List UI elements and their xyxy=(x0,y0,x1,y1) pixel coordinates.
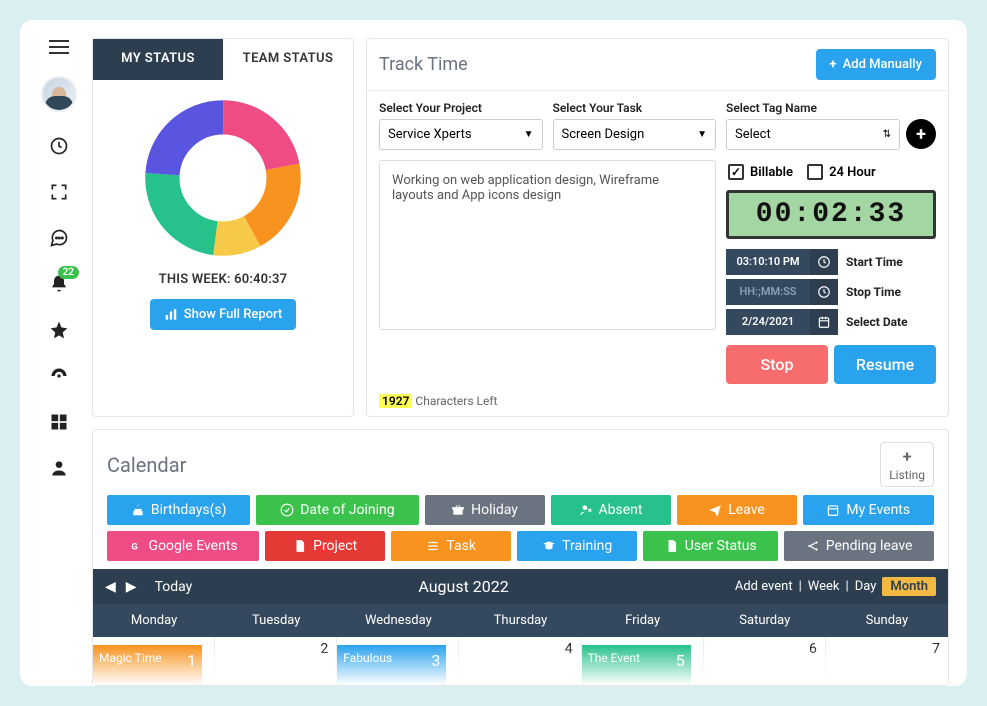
category-google-events[interactable]: GGoogle Events xyxy=(107,531,259,561)
calendar-cell[interactable]: 7 xyxy=(826,637,948,685)
apps-icon[interactable] xyxy=(47,410,71,434)
show-report-button[interactable]: Show Full Report xyxy=(150,299,297,330)
calendar-cell[interactable]: 6 xyxy=(704,637,826,685)
start-time-value[interactable]: 03:10:10 PM xyxy=(726,249,810,275)
project-select[interactable]: Service Xperts▼ xyxy=(379,119,543,150)
calendar-icon xyxy=(810,309,838,335)
start-time-label: Start Time xyxy=(838,249,936,275)
category-my-events[interactable]: My Events xyxy=(803,495,934,525)
view-day[interactable]: Day xyxy=(855,579,877,594)
calendar-card: Calendar + Listing Birthdays(s)Date of J… xyxy=(92,429,949,686)
plane-icon xyxy=(708,503,722,517)
add-manually-button[interactable]: + Add Manually xyxy=(816,49,936,80)
list-icon xyxy=(426,539,440,553)
date-label: Select Date xyxy=(838,309,936,335)
calendar-title: Calendar xyxy=(107,453,186,477)
bell-icon[interactable]: 22 xyxy=(47,272,71,296)
category-birthdays-s-[interactable]: Birthdays(s) xyxy=(107,495,250,525)
description-textarea[interactable]: Working on web application design, Wiref… xyxy=(379,160,716,330)
resume-button[interactable]: Resume xyxy=(834,345,936,384)
notification-badge: 22 xyxy=(58,266,79,279)
next-month-button[interactable]: ▶ xyxy=(126,579,137,595)
task-label: Select Your Task xyxy=(553,101,717,115)
calendar-event[interactable]: Magic Time1 xyxy=(93,645,202,685)
clock-icon xyxy=(810,279,838,305)
clock-icon xyxy=(810,249,838,275)
userx-icon xyxy=(579,503,593,517)
stop-time-label: Stop Time xyxy=(838,279,936,305)
sidebar: 22 xyxy=(38,38,80,686)
track-time-title: Track Time xyxy=(379,54,468,75)
user-icon[interactable] xyxy=(47,456,71,480)
calendar-event[interactable]: Fabulous3 xyxy=(337,645,446,685)
date-value[interactable]: 2/24/2021 xyxy=(726,309,810,335)
status-donut-chart xyxy=(143,98,303,258)
fullscreen-icon[interactable] xyxy=(47,180,71,204)
file-icon xyxy=(293,539,307,553)
status-card: MY STATUS TEAM STATUS THIS WEEK: 60:40 xyxy=(92,38,354,417)
this-week-label: THIS WEEK: 60:40:37 xyxy=(159,272,288,287)
category-pending-leave[interactable]: Pending leave xyxy=(784,531,934,561)
category-absent[interactable]: Absent xyxy=(551,495,671,525)
caret-down-icon: ▼ xyxy=(524,129,534,140)
grad-icon xyxy=(542,539,556,553)
category-holiday[interactable]: Holiday xyxy=(425,495,545,525)
category-project[interactable]: Project xyxy=(265,531,385,561)
category-date-of-joining[interactable]: Date of Joining xyxy=(256,495,418,525)
category-training[interactable]: Training xyxy=(517,531,637,561)
characters-left: 1927 Characters Left xyxy=(367,390,948,416)
category-leave[interactable]: Leave xyxy=(677,495,797,525)
cal-icon xyxy=(826,503,840,517)
share-icon xyxy=(806,539,820,553)
24hour-checkbox[interactable]: 24 Hour xyxy=(807,164,876,180)
track-time-card: Track Time + Add Manually Select Your Pr… xyxy=(366,38,949,417)
task-select[interactable]: Screen Design▼ xyxy=(553,119,717,150)
tag-select[interactable]: Select⇅ xyxy=(726,119,900,150)
calendar-cell[interactable]: Fabulous3 xyxy=(337,637,459,685)
chat-icon[interactable] xyxy=(47,226,71,250)
tab-my-status[interactable]: MY STATUS xyxy=(93,39,223,80)
bar-chart-icon xyxy=(164,308,178,322)
check-icon xyxy=(280,503,294,517)
add-tag-button[interactable]: + xyxy=(906,119,936,149)
gift-icon xyxy=(451,503,465,517)
view-month[interactable]: Month xyxy=(882,577,936,596)
plus-icon: + xyxy=(903,447,912,466)
dashboard-icon[interactable] xyxy=(47,364,71,388)
tab-team-status[interactable]: TEAM STATUS xyxy=(223,39,353,80)
add-event-button[interactable]: Add event xyxy=(735,579,793,594)
category-task[interactable]: Task xyxy=(391,531,511,561)
month-label: August 2022 xyxy=(192,577,735,596)
calendar-cell[interactable]: 2 xyxy=(215,637,337,685)
billable-checkbox[interactable]: ✓Billable xyxy=(728,164,793,180)
stop-button[interactable]: Stop xyxy=(726,345,828,384)
today-button[interactable]: Today xyxy=(155,579,193,595)
clock-icon[interactable] xyxy=(47,134,71,158)
project-label: Select Your Project xyxy=(379,101,543,115)
g-icon: G xyxy=(129,539,143,553)
cake-icon xyxy=(131,503,145,517)
stop-time-value[interactable]: HH:;MM:SS xyxy=(726,279,810,305)
avatar[interactable] xyxy=(41,76,77,112)
svg-text:G: G xyxy=(131,542,137,553)
file-icon xyxy=(665,539,679,553)
calendar-cell[interactable]: Magic Time1 xyxy=(93,637,215,685)
category-user-status[interactable]: User Status xyxy=(643,531,778,561)
star-icon[interactable] xyxy=(47,318,71,342)
hamburger-icon[interactable] xyxy=(49,40,69,54)
tag-label: Select Tag Name xyxy=(726,101,900,115)
view-week[interactable]: Week xyxy=(808,579,840,594)
calendar-event[interactable]: The Event5 xyxy=(582,645,691,685)
calendar-cell[interactable]: 4 xyxy=(459,637,581,685)
listing-button[interactable]: + Listing xyxy=(880,442,934,487)
timer-display: 00:02:33 xyxy=(726,190,936,239)
prev-month-button[interactable]: ◀ xyxy=(105,579,116,595)
caret-down-icon: ▼ xyxy=(697,129,707,140)
calendar-cell[interactable]: The Event5 xyxy=(582,637,704,685)
sort-icon: ⇅ xyxy=(883,129,891,140)
plus-icon: + xyxy=(830,57,837,72)
